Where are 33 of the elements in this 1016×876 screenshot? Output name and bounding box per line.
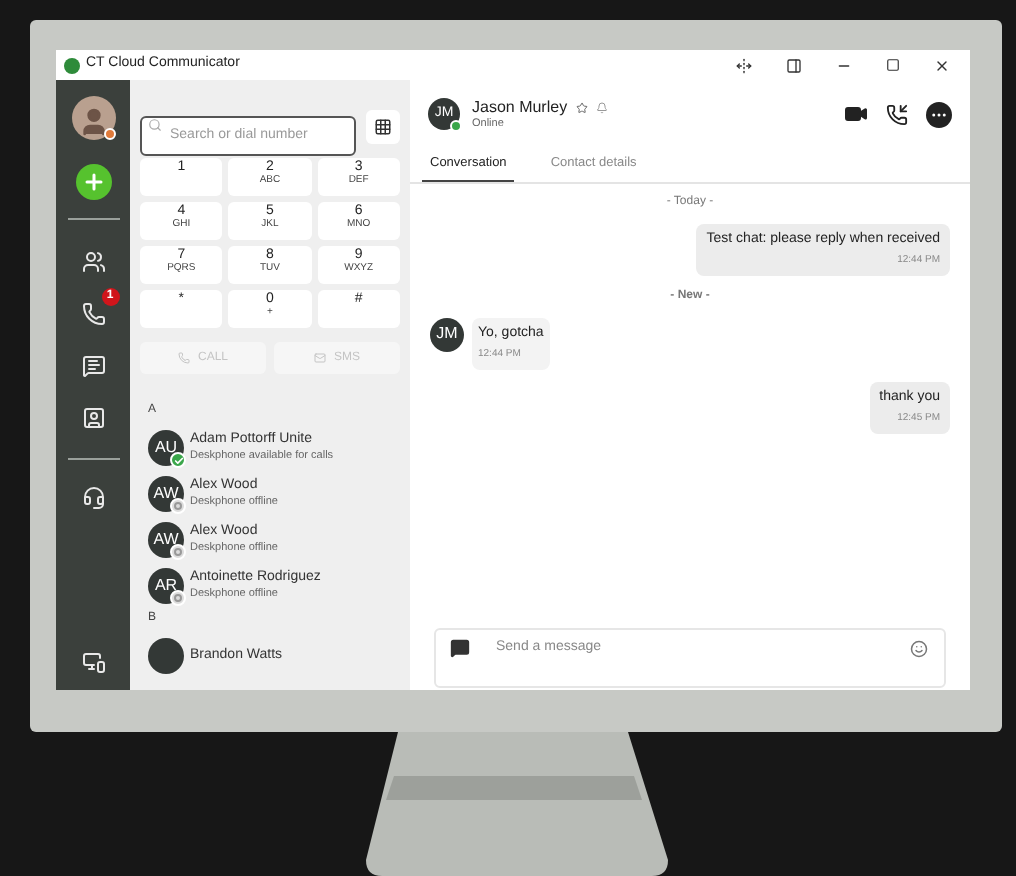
phone-icon[interactable] — [886, 103, 908, 126]
message-icon[interactable] — [450, 638, 470, 658]
contact-avatar: AW — [148, 522, 184, 558]
contacts-icon[interactable] — [81, 250, 105, 274]
envelope-icon — [313, 352, 326, 364]
split-view-icon[interactable] — [736, 57, 752, 73]
search-icon — [148, 118, 162, 132]
contact-avatar: AU — [148, 430, 184, 466]
video-call-icon[interactable] — [844, 102, 868, 127]
keypad-icon — [374, 117, 392, 135]
keypad-button[interactable] — [366, 109, 400, 143]
online-icon — [450, 120, 462, 133]
add-button[interactable] — [75, 164, 111, 200]
plus-icon — [81, 170, 105, 194]
app-logo-icon — [64, 57, 80, 73]
emoji-icon[interactable] — [910, 640, 928, 658]
headset-icon[interactable] — [81, 486, 105, 510]
contact-name: Jason Murley — [472, 98, 568, 118]
more-button[interactable] — [926, 101, 952, 128]
contact-avatar: AR — [148, 568, 184, 604]
panel-icon[interactable] — [786, 57, 802, 73]
contact-avatar: AW — [148, 476, 184, 512]
contact-card-icon[interactable] — [81, 406, 105, 430]
phone-icon — [177, 352, 190, 364]
star-icon[interactable] — [575, 102, 588, 114]
user-avatar[interactable] — [71, 96, 115, 140]
chat-icon[interactable] — [81, 354, 105, 378]
device-icon[interactable] — [81, 650, 105, 674]
close-icon[interactable] — [934, 57, 950, 73]
maximize-icon[interactable] — [886, 58, 900, 72]
contact-avatar — [148, 638, 184, 674]
bell-icon[interactable] — [595, 102, 608, 114]
contact-avatar: JM — [430, 317, 464, 352]
